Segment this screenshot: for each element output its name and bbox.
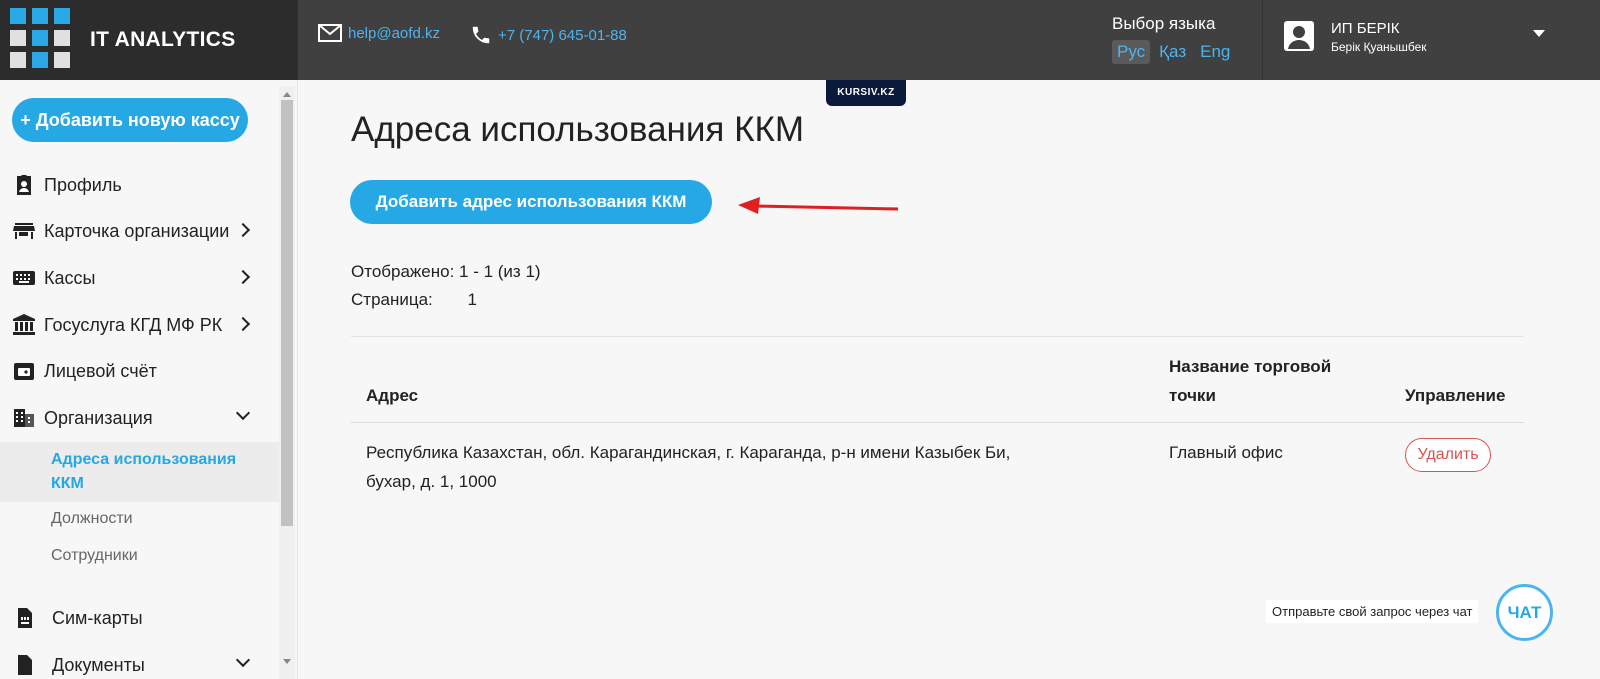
chevron-right-icon (235, 269, 251, 285)
lang-option-en[interactable]: Eng (1195, 40, 1235, 64)
add-kkm-address-button[interactable]: Добавить адрес использования ККМ (350, 180, 712, 224)
table-cell-shop-name: Главный офис (1169, 443, 1283, 462)
sidebar-item-organization-card[interactable]: Карточка организации (12, 216, 274, 246)
lang-option-ru[interactable]: Рус (1112, 40, 1151, 64)
user-avatar-icon (1284, 21, 1314, 51)
phone-icon (472, 26, 490, 44)
page-indicator: Страница: 1 (351, 290, 477, 310)
red-arrow-annotation (738, 197, 899, 214)
email-link[interactable]: help@aofd.kz (318, 24, 440, 42)
table-header-divider (351, 422, 1524, 423)
lang-option-kz[interactable]: Қаз (1154, 40, 1191, 64)
sidebar-subitem-employees[interactable]: Сотрудники (51, 547, 138, 565)
email-text: help@aofd.kz (348, 24, 440, 42)
user-full-name: Берік Қуанышбек (1331, 40, 1427, 54)
user-menu[interactable]: ИП БЕРІК Берік Қуанышбек (1262, 0, 1600, 80)
add-cash-register-button[interactable]: + Добавить новую кассу (12, 98, 248, 142)
building-icon (14, 409, 34, 427)
column-header-address: Адрес (366, 386, 419, 405)
sidebar-item-documents[interactable]: Документы (12, 650, 274, 679)
divider (351, 336, 1524, 337)
scroll-down-icon[interactable] (283, 659, 291, 664)
scroll-up-icon[interactable] (283, 92, 291, 97)
logo-grid-icon (10, 8, 72, 68)
phone-link[interactable]: +7 (747) 645-01-88 (470, 24, 627, 46)
user-name: ИП БЕРІК (1331, 20, 1400, 37)
chevron-right-icon (235, 222, 251, 238)
profile-badge-icon (17, 175, 31, 195)
page-title: Адреса использования ККМ (351, 110, 805, 149)
brand-name: IT ANALYTICS (90, 28, 236, 51)
chevron-down-icon (1533, 30, 1545, 37)
sidebar-scrollbar[interactable] (279, 86, 295, 679)
logo[interactable]: IT ANALYTICS (0, 0, 298, 80)
column-header-actions: Управление (1405, 386, 1506, 405)
sidebar-item-cash-registers[interactable]: Кассы (12, 263, 274, 293)
records-shown: Отображено: 1 - 1 (из 1) (351, 262, 541, 281)
bank-icon (13, 314, 35, 335)
sidebar-item-personal-account[interactable]: Лицевой счёт (12, 356, 274, 386)
sidebar-item-organization[interactable]: Организация (12, 403, 274, 433)
store-icon (13, 223, 35, 239)
scrollbar-thumb[interactable] (281, 100, 293, 526)
kursiv-watermark: KURSIV.KZ (826, 80, 906, 106)
keyboard-icon (13, 271, 35, 285)
table-cell-address: Республика Казахстан, обл. Карагандинска… (366, 443, 1011, 491)
column-header-shop-name: Название торговой точки (1169, 357, 1332, 405)
mail-icon (318, 24, 342, 42)
page-label: Страница: (351, 290, 433, 309)
language-title: Выбор языка (1112, 14, 1216, 33)
chevron-down-icon (235, 652, 251, 668)
top-header: IT ANALYTICS help@aofd.kz +7 (747) 645-0… (0, 0, 1600, 80)
chevron-down-icon (235, 405, 251, 421)
delete-button[interactable]: Удалить (1405, 438, 1491, 472)
sidebar-subitem-positions[interactable]: Должности (51, 510, 133, 528)
phone-text: +7 (747) 645-01-88 (498, 26, 627, 44)
sidebar-item-profile[interactable]: Профиль (12, 170, 274, 200)
sidebar-item-sim-cards[interactable]: Сим-карты (12, 603, 274, 633)
sim-card-icon (18, 608, 32, 628)
chat-button[interactable]: ЧАТ (1496, 584, 1553, 641)
wallet-icon (14, 363, 34, 380)
document-icon (18, 655, 32, 675)
chat-prompt: Отправьте свой запрос через чат (1266, 600, 1479, 623)
sidebar-item-government-service[interactable]: Госуслуга КГД МФ РК (12, 310, 274, 340)
chevron-right-icon (235, 316, 251, 332)
page-number: 1 (467, 290, 477, 309)
sidebar-subitem-kkm-addresses[interactable]: Адреса использования ККМ (51, 448, 251, 496)
language-switcher: Рус Қаз Eng (1112, 40, 1235, 64)
